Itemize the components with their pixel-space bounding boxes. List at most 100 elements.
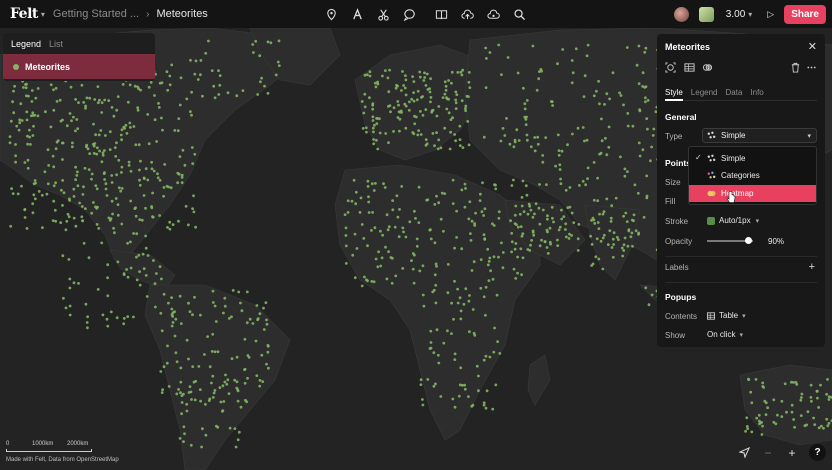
meteorite-point[interactable] <box>477 389 480 393</box>
meteorite-point[interactable] <box>110 199 114 203</box>
meteorite-point[interactable] <box>435 114 439 118</box>
meteorite-point[interactable] <box>375 122 379 125</box>
meteorite-point[interactable] <box>576 237 580 241</box>
meteorite-point[interactable] <box>179 380 183 384</box>
meteorite-point[interactable] <box>606 243 610 247</box>
toggle-visibility-icon[interactable] <box>702 62 713 73</box>
meteorite-point[interactable] <box>64 306 68 310</box>
meteorite-point[interactable] <box>344 262 348 265</box>
meteorite-point[interactable] <box>138 183 142 187</box>
meteorite-point[interactable] <box>94 184 98 188</box>
meteorite-point[interactable] <box>166 344 169 348</box>
meteorite-point[interactable] <box>115 108 119 112</box>
meteorite-point[interactable] <box>386 228 390 232</box>
meteorite-point[interactable] <box>486 247 490 251</box>
meteorite-point[interactable] <box>520 204 524 208</box>
breadcrumb-project[interactable]: Getting Started ... <box>53 8 139 20</box>
meteorite-point[interactable] <box>192 194 195 198</box>
meteorite-point[interactable] <box>146 113 150 116</box>
meteorite-point[interactable] <box>157 106 161 109</box>
meteorite-point[interactable] <box>424 84 428 87</box>
meteorite-point[interactable] <box>104 134 107 137</box>
meteorite-point[interactable] <box>58 98 62 102</box>
meteorite-point[interactable] <box>128 121 132 125</box>
meteorite-point[interactable] <box>472 260 476 264</box>
meteorite-point[interactable] <box>498 352 502 355</box>
meteorite-point[interactable] <box>421 293 425 297</box>
meteorite-point[interactable] <box>106 294 110 298</box>
meteorite-point[interactable] <box>600 117 603 121</box>
meteorite-point[interactable] <box>546 217 549 221</box>
meteorite-point[interactable] <box>557 153 561 157</box>
meteorite-point[interactable] <box>470 219 474 223</box>
meteorite-point[interactable] <box>184 204 188 208</box>
meteorite-point[interactable] <box>426 378 430 381</box>
meteorite-point[interactable] <box>355 247 359 250</box>
meteorite-point[interactable] <box>635 63 639 67</box>
meteorite-point[interactable] <box>453 352 457 356</box>
meteorite-point[interactable] <box>595 237 599 241</box>
meteorite-point[interactable] <box>387 250 390 254</box>
meteorite-point[interactable] <box>103 98 107 102</box>
meteorite-point[interactable] <box>643 50 647 54</box>
meteorite-point[interactable] <box>155 272 158 275</box>
meteorite-point[interactable] <box>32 124 35 128</box>
meteorite-point[interactable] <box>363 92 367 96</box>
meteorite-point[interactable] <box>371 126 375 130</box>
meteorite-point[interactable] <box>219 400 223 404</box>
meteorite-point[interactable] <box>558 225 562 229</box>
meteorite-point[interactable] <box>487 279 491 282</box>
meteorite-point[interactable] <box>258 312 262 316</box>
meteorite-point[interactable] <box>538 244 542 248</box>
meteorite-point[interactable] <box>154 305 157 309</box>
meteorite-point[interactable] <box>61 179 64 182</box>
meteorite-point[interactable] <box>98 98 101 102</box>
meteorite-point[interactable] <box>72 281 76 285</box>
meteorite-point[interactable] <box>419 110 422 113</box>
meteorite-point[interactable] <box>138 270 142 273</box>
meteorite-point[interactable] <box>404 126 408 130</box>
meteorite-point[interactable] <box>74 98 77 101</box>
meteorite-point[interactable] <box>72 195 76 198</box>
meteorite-point[interactable] <box>477 374 480 378</box>
meteorite-point[interactable] <box>151 215 154 219</box>
meteorite-point[interactable] <box>403 86 407 90</box>
meteorite-point[interactable] <box>493 326 496 330</box>
tab-legend-settings[interactable]: Legend <box>691 88 718 97</box>
meteorite-point[interactable] <box>455 93 459 96</box>
meteorite-point[interactable] <box>120 187 124 190</box>
meteorite-point[interactable] <box>34 96 38 100</box>
meteorite-point[interactable] <box>33 113 37 117</box>
meteorite-point[interactable] <box>99 129 103 132</box>
meteorite-point[interactable] <box>596 221 600 224</box>
meteorite-point[interactable] <box>385 213 389 217</box>
meteorite-point[interactable] <box>479 258 483 261</box>
zoom-in-icon[interactable]: + <box>785 446 799 460</box>
meteorite-point[interactable] <box>574 47 578 51</box>
meteorite-point[interactable] <box>448 147 452 151</box>
meteorite-point[interactable] <box>150 160 154 164</box>
meteorite-point[interactable] <box>52 88 55 92</box>
meteorite-point[interactable] <box>52 108 56 112</box>
meteorite-point[interactable] <box>436 147 440 151</box>
meteorite-point[interactable] <box>400 89 403 92</box>
meteorite-point[interactable] <box>67 215 71 219</box>
meteorite-point[interactable] <box>206 335 210 338</box>
meteorite-point[interactable] <box>72 187 76 191</box>
meteorite-point[interactable] <box>173 129 177 132</box>
meteorite-point[interactable] <box>433 273 437 277</box>
meteorite-point[interactable] <box>471 308 475 311</box>
meteorite-point[interactable] <box>456 71 460 74</box>
meteorite-point[interactable] <box>217 69 220 72</box>
meteorite-point[interactable] <box>236 399 240 403</box>
meteorite-point[interactable] <box>237 430 241 434</box>
chevron-down-icon[interactable]: ▾ <box>748 10 752 19</box>
meteorite-point[interactable] <box>267 366 270 370</box>
meteorite-point[interactable] <box>31 111 35 115</box>
meteorite-point[interactable] <box>129 126 132 129</box>
meteorite-point[interactable] <box>360 284 364 288</box>
zoom-level[interactable]: 3.00 <box>726 9 745 20</box>
meteorite-point[interactable] <box>87 256 91 260</box>
meteorite-point[interactable] <box>408 220 412 224</box>
meteorite-point[interactable] <box>396 100 400 103</box>
